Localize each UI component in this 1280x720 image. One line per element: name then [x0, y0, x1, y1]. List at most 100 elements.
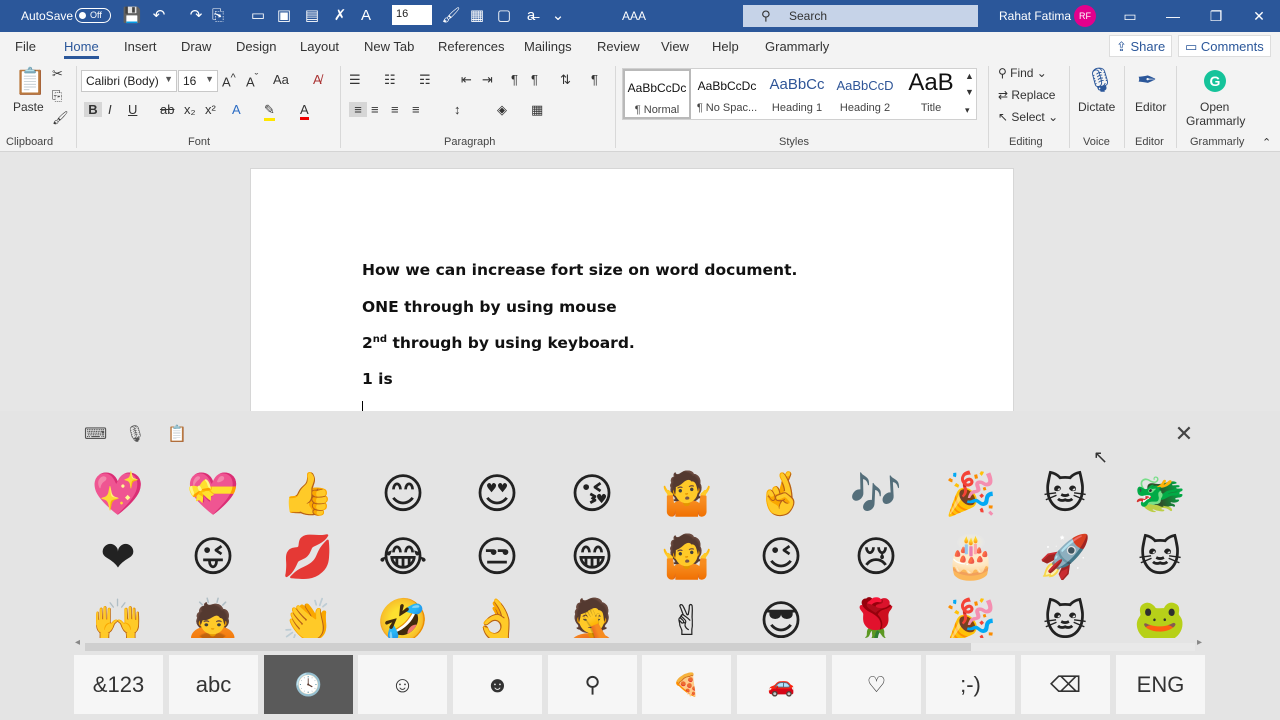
undo-icon[interactable]: ↶: [149, 6, 169, 26]
superscript-button[interactable]: x²: [205, 102, 216, 117]
emoji-item[interactable]: 💋: [280, 529, 336, 585]
key-smileys[interactable]: ☺: [358, 655, 447, 714]
key-celebration[interactable]: ⚲: [548, 655, 637, 714]
emoji-item[interactable]: 🤦: [564, 593, 620, 638]
key-language[interactable]: ENG: [1116, 655, 1205, 714]
emoji-item[interactable]: 🎉: [943, 466, 999, 522]
ribbon-display-options-icon[interactable]: ▭: [1118, 4, 1142, 28]
sort-icon[interactable]: ⇅: [560, 72, 571, 88]
display-icon[interactable]: ▢: [494, 6, 514, 26]
styles-scroll-down-icon[interactable]: ▼: [965, 87, 974, 97]
emoji-item[interactable]: 👍: [280, 466, 336, 522]
emoji-item[interactable]: 😎: [753, 593, 809, 638]
style-title[interactable]: AaB Title: [897, 69, 965, 119]
styles-more-icon[interactable]: ▾: [965, 105, 970, 116]
key-emoticons[interactable]: ;-): [926, 655, 1015, 714]
customize-toolbar-icon[interactable]: ⌄: [548, 6, 568, 26]
microphone-icon[interactable]: 🎙: [1085, 66, 1115, 95]
scroll-right-icon[interactable]: ▸: [1197, 637, 1202, 648]
line-spacing-icon[interactable]: ↕: [454, 102, 461, 117]
cut-icon[interactable]: ✂: [52, 66, 63, 82]
show-formatting-icon[interactable]: ¶: [591, 72, 598, 87]
copy-icon[interactable]: ⎘: [52, 88, 62, 104]
screenshot-icon[interactable]: ▦: [467, 6, 487, 26]
style-normal[interactable]: AaBbCcDc ¶ Normal: [623, 69, 691, 119]
style-heading-1[interactable]: AaBbCc Heading 1: [763, 69, 831, 119]
font-color-quick-icon[interactable]: A: [356, 6, 376, 26]
close-icon[interactable]: ✕: [1173, 423, 1195, 445]
font-size-select[interactable]: 16 ▼: [178, 70, 218, 92]
tab-view[interactable]: View: [661, 39, 689, 54]
emoji-item[interactable]: 👌: [469, 593, 525, 638]
tab-design[interactable]: Design: [236, 39, 276, 54]
emoji-item[interactable]: 🐱: [1037, 466, 1093, 522]
restore-icon[interactable]: ❐: [1204, 4, 1228, 28]
tab-references[interactable]: References: [438, 39, 504, 54]
tab-mailings[interactable]: Mailings: [524, 39, 572, 54]
multilevel-list-icon[interactable]: ☶: [419, 72, 431, 88]
tab-review[interactable]: Review: [597, 39, 640, 54]
open-icon[interactable]: ▣: [274, 6, 294, 26]
underline-button[interactable]: U: [128, 102, 137, 117]
autosave-toggle[interactable]: Off: [75, 8, 111, 23]
emoji-item[interactable]: 💖: [90, 466, 146, 522]
editor-button[interactable]: Editor: [1135, 100, 1166, 114]
tab-new-tab[interactable]: New Tab: [364, 39, 414, 54]
rtl-icon[interactable]: ¶: [531, 72, 538, 87]
emoji-item[interactable]: 💝: [185, 466, 241, 522]
style-heading-2[interactable]: AaBbCcD Heading 2: [831, 69, 899, 119]
key-abc[interactable]: abc: [169, 655, 258, 714]
emoji-item[interactable]: 🤷: [659, 529, 715, 585]
subscript-button[interactable]: x₂: [184, 102, 196, 117]
justify-icon[interactable]: ≡: [412, 102, 420, 117]
emoji-item[interactable]: 🤣: [375, 593, 431, 638]
tab-draw[interactable]: Draw: [181, 39, 211, 54]
font-name-select[interactable]: Calibri (Body) ▼: [81, 70, 177, 92]
tab-file[interactable]: File: [15, 39, 36, 54]
clipboard-history-icon[interactable]: 📋: [167, 425, 187, 445]
search-input[interactable]: ⚲ Search: [743, 5, 978, 27]
emoji-item[interactable]: 😘: [564, 466, 620, 522]
key-symbols[interactable]: &123: [74, 655, 163, 714]
align-right-icon[interactable]: ≡: [391, 102, 399, 117]
emoji-item[interactable]: 🐲: [1132, 466, 1188, 522]
emoji-item[interactable]: 😊: [375, 466, 431, 522]
tab-help[interactable]: Help: [712, 39, 739, 54]
emoji-item[interactable]: ✌: [659, 593, 715, 638]
clear-formatting-icon[interactable]: ✗: [330, 6, 350, 26]
emoji-item[interactable]: 🙇: [185, 593, 241, 638]
emoji-item[interactable]: 🐸: [1132, 593, 1188, 638]
align-center-icon[interactable]: ≡: [371, 102, 379, 117]
emoji-item[interactable]: ❤: [90, 529, 146, 585]
emoji-item[interactable]: 🎶: [848, 466, 904, 522]
replace-button[interactable]: ⇄ Replace: [998, 88, 1055, 102]
collapse-ribbon-icon[interactable]: ⌃: [1262, 136, 1271, 149]
print-preview-icon[interactable]: ▤: [302, 6, 322, 26]
brush-icon[interactable]: 🖌: [441, 6, 461, 26]
style-no-spacing[interactable]: AaBbCcDc ¶ No Spac...: [693, 69, 761, 119]
bold-button[interactable]: B: [84, 102, 102, 117]
tab-home[interactable]: Home: [64, 39, 99, 54]
italic-button[interactable]: I: [108, 102, 112, 117]
strikethrough-button[interactable]: ab: [160, 102, 174, 117]
grow-font-icon[interactable]: A^: [222, 72, 236, 89]
emoji-item[interactable]: 🚀: [1037, 529, 1093, 585]
key-travel[interactable]: 🚗: [737, 655, 826, 714]
paste-icon[interactable]: 📋: [14, 66, 46, 97]
user-name[interactable]: Rahat Fatima: [999, 9, 1071, 23]
document-name[interactable]: AAA: [622, 9, 646, 23]
change-case-icon[interactable]: Aa: [273, 72, 289, 87]
tab-insert[interactable]: Insert: [124, 39, 157, 54]
open-grammarly-button-line2[interactable]: Grammarly: [1186, 114, 1245, 128]
emoji-item[interactable]: 😢: [848, 529, 904, 585]
emoji-item[interactable]: 🐱: [1037, 593, 1093, 638]
format-painter-icon[interactable]: 🖌: [52, 110, 69, 126]
font-color-icon[interactable]: A: [300, 102, 309, 120]
emoji-item[interactable]: 😍: [469, 466, 525, 522]
emoji-item[interactable]: 🙌: [90, 593, 146, 638]
increase-indent-icon[interactable]: ⇥: [482, 72, 493, 88]
key-food[interactable]: 🍕: [642, 655, 731, 714]
highlight-icon[interactable]: ✎: [264, 102, 275, 121]
tab-layout[interactable]: Layout: [300, 39, 339, 54]
text-effects-icon[interactable]: A: [232, 102, 241, 117]
